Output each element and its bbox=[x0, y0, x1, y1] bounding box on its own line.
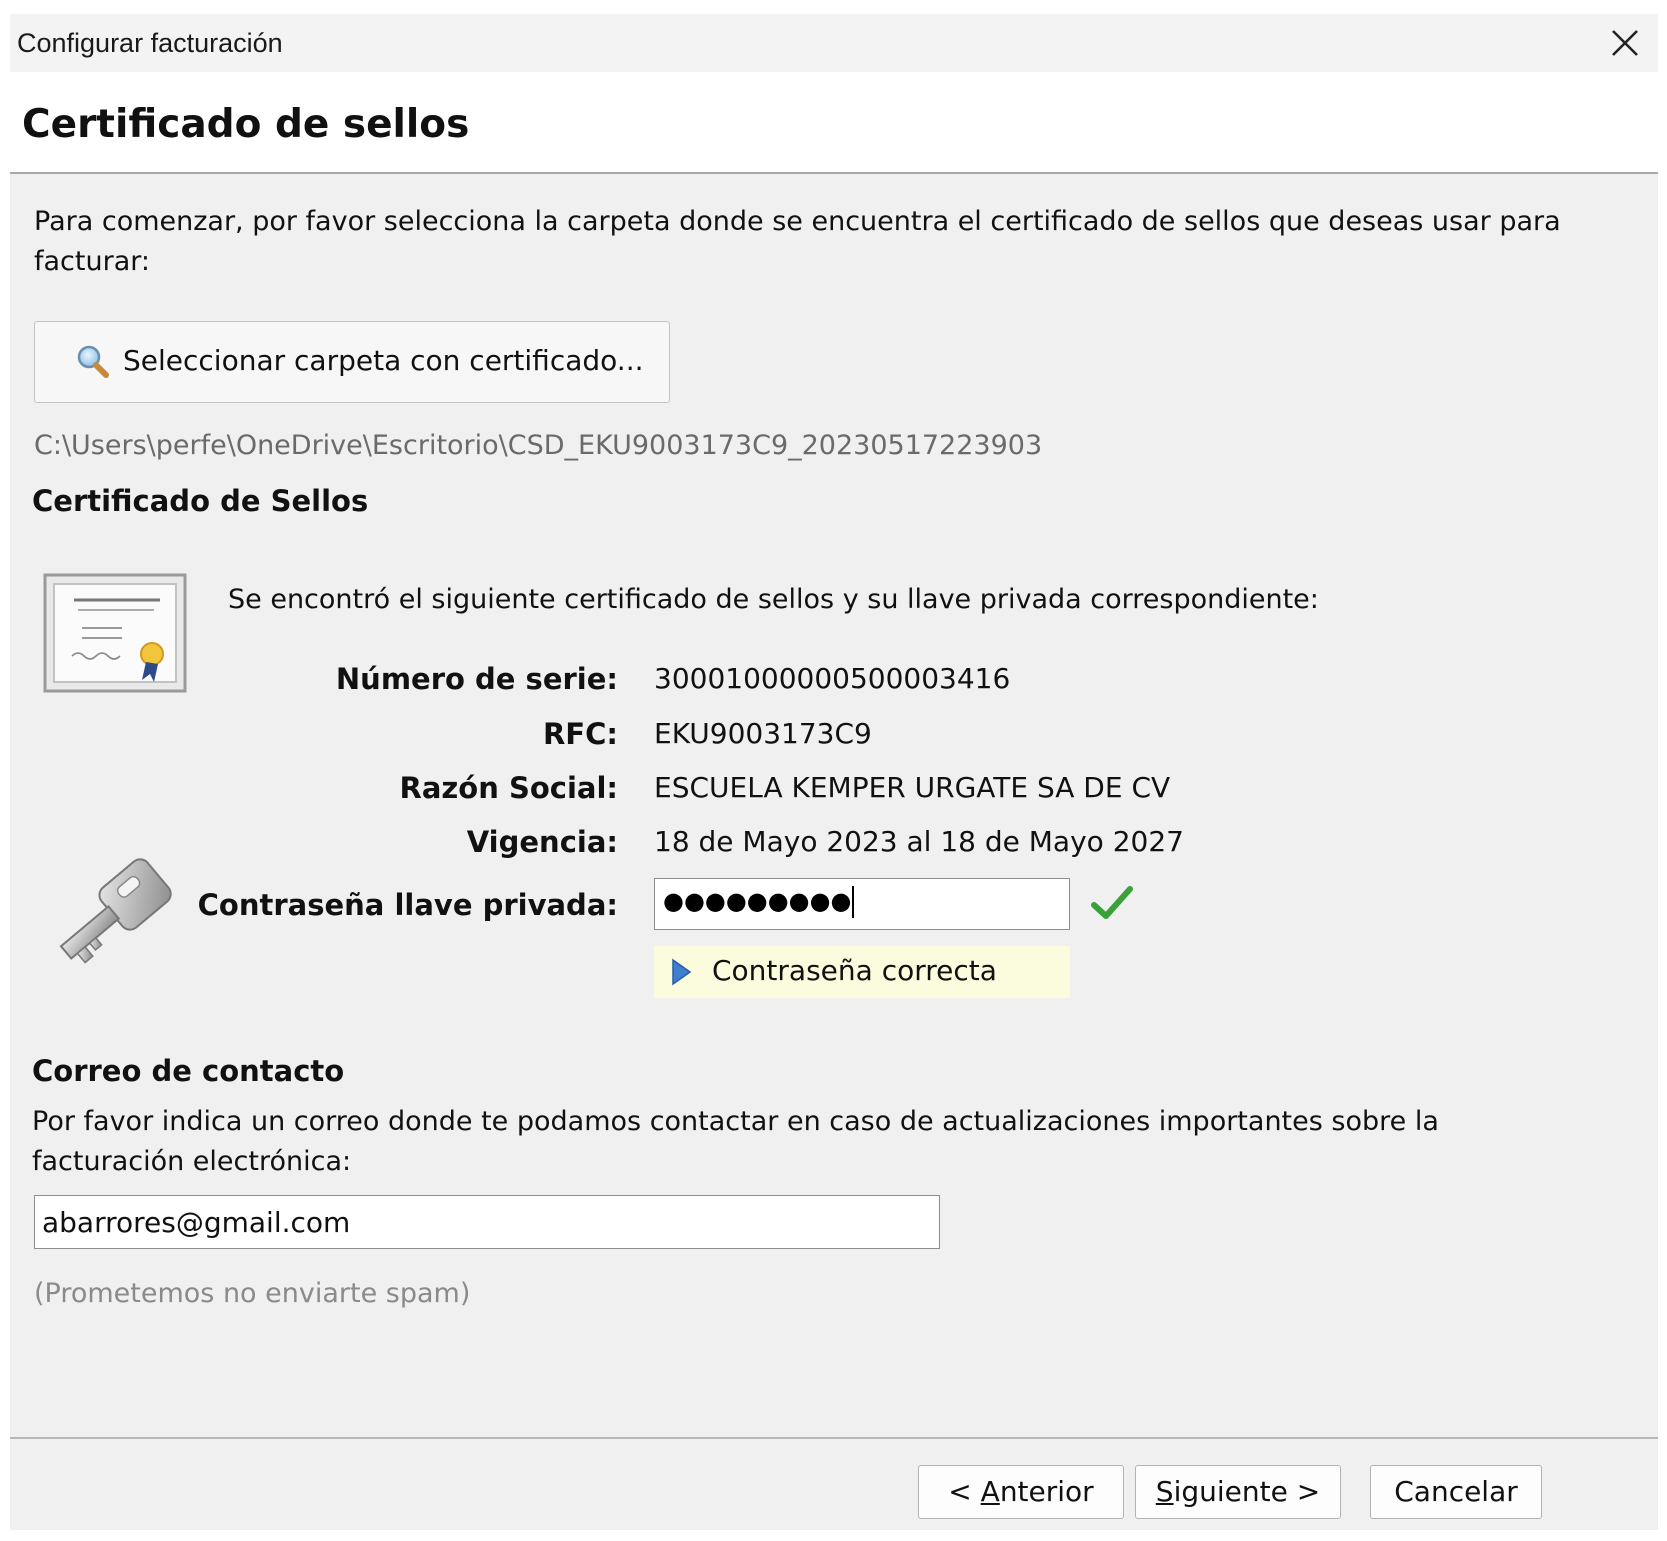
play-arrow-icon bbox=[670, 958, 692, 986]
next-button[interactable]: Siguiente > bbox=[1135, 1465, 1341, 1519]
cancel-button[interactable]: Cancelar bbox=[1370, 1465, 1542, 1519]
rfc-value: EKU9003173C9 bbox=[654, 717, 872, 750]
dialog-footer: < Anterior Siguiente > Cancelar bbox=[10, 1437, 1658, 1530]
key-icon bbox=[50, 854, 190, 984]
serial-label: Número de serie: bbox=[335, 662, 618, 696]
dialog-window: Configurar facturación Certificado de se… bbox=[10, 14, 1658, 1530]
found-certificate-text: Se encontró el siguiente certificado de … bbox=[228, 584, 1319, 615]
check-icon bbox=[1090, 883, 1134, 923]
private-key-password-input[interactable]: ●●●●●●●●● bbox=[654, 878, 1070, 930]
close-icon[interactable] bbox=[1602, 20, 1648, 66]
spam-note: (Prometemos no enviarte spam) bbox=[34, 1278, 471, 1309]
certificate-section-title: Certificado de Sellos bbox=[32, 484, 369, 518]
razon-social-value: ESCUELA KEMPER URGATE SA DE CV bbox=[654, 771, 1171, 804]
contact-section-title: Correo de contacto bbox=[32, 1054, 345, 1088]
password-status-text: Contraseña correcta bbox=[712, 954, 997, 987]
vigencia-label: Vigencia: bbox=[466, 825, 618, 859]
rfc-label: RFC: bbox=[542, 717, 618, 751]
email-field[interactable] bbox=[34, 1195, 940, 1249]
contact-description: Por favor indica un correo donde te poda… bbox=[32, 1106, 1439, 1177]
title-bar: Configurar facturación bbox=[10, 14, 1658, 72]
main-content: Para comenzar, por favor selecciona la c… bbox=[10, 174, 1658, 1437]
page-header: Certificado de sellos bbox=[10, 72, 1658, 174]
select-folder-label: Seleccionar carpeta con certificado... bbox=[123, 344, 644, 377]
certificate-icon bbox=[42, 572, 192, 696]
razon-social-label: Razón Social: bbox=[399, 771, 619, 805]
back-button[interactable]: < Anterior bbox=[918, 1465, 1124, 1519]
selected-path: C:\Users\perfe\OneDrive\Escritorio\CSD_E… bbox=[34, 430, 1043, 461]
password-label: Contraseña llave privada: bbox=[197, 888, 618, 922]
password-status-tooltip: Contraseña correcta bbox=[654, 946, 1070, 998]
window-title: Configurar facturación bbox=[17, 28, 283, 58]
search-icon bbox=[75, 344, 111, 380]
page-title: Certificado de sellos bbox=[22, 102, 470, 147]
vigencia-value: 18 de Mayo 2023 al 18 de Mayo 2027 bbox=[654, 825, 1184, 858]
password-dots: ●●●●●●●●● bbox=[663, 887, 852, 915]
serial-value: 30001000000500003416 bbox=[654, 662, 1011, 695]
text-caret bbox=[852, 886, 855, 918]
intro-text: Para comenzar, por favor selecciona la c… bbox=[34, 206, 1561, 277]
select-folder-button[interactable]: Seleccionar carpeta con certificado... bbox=[34, 321, 670, 403]
